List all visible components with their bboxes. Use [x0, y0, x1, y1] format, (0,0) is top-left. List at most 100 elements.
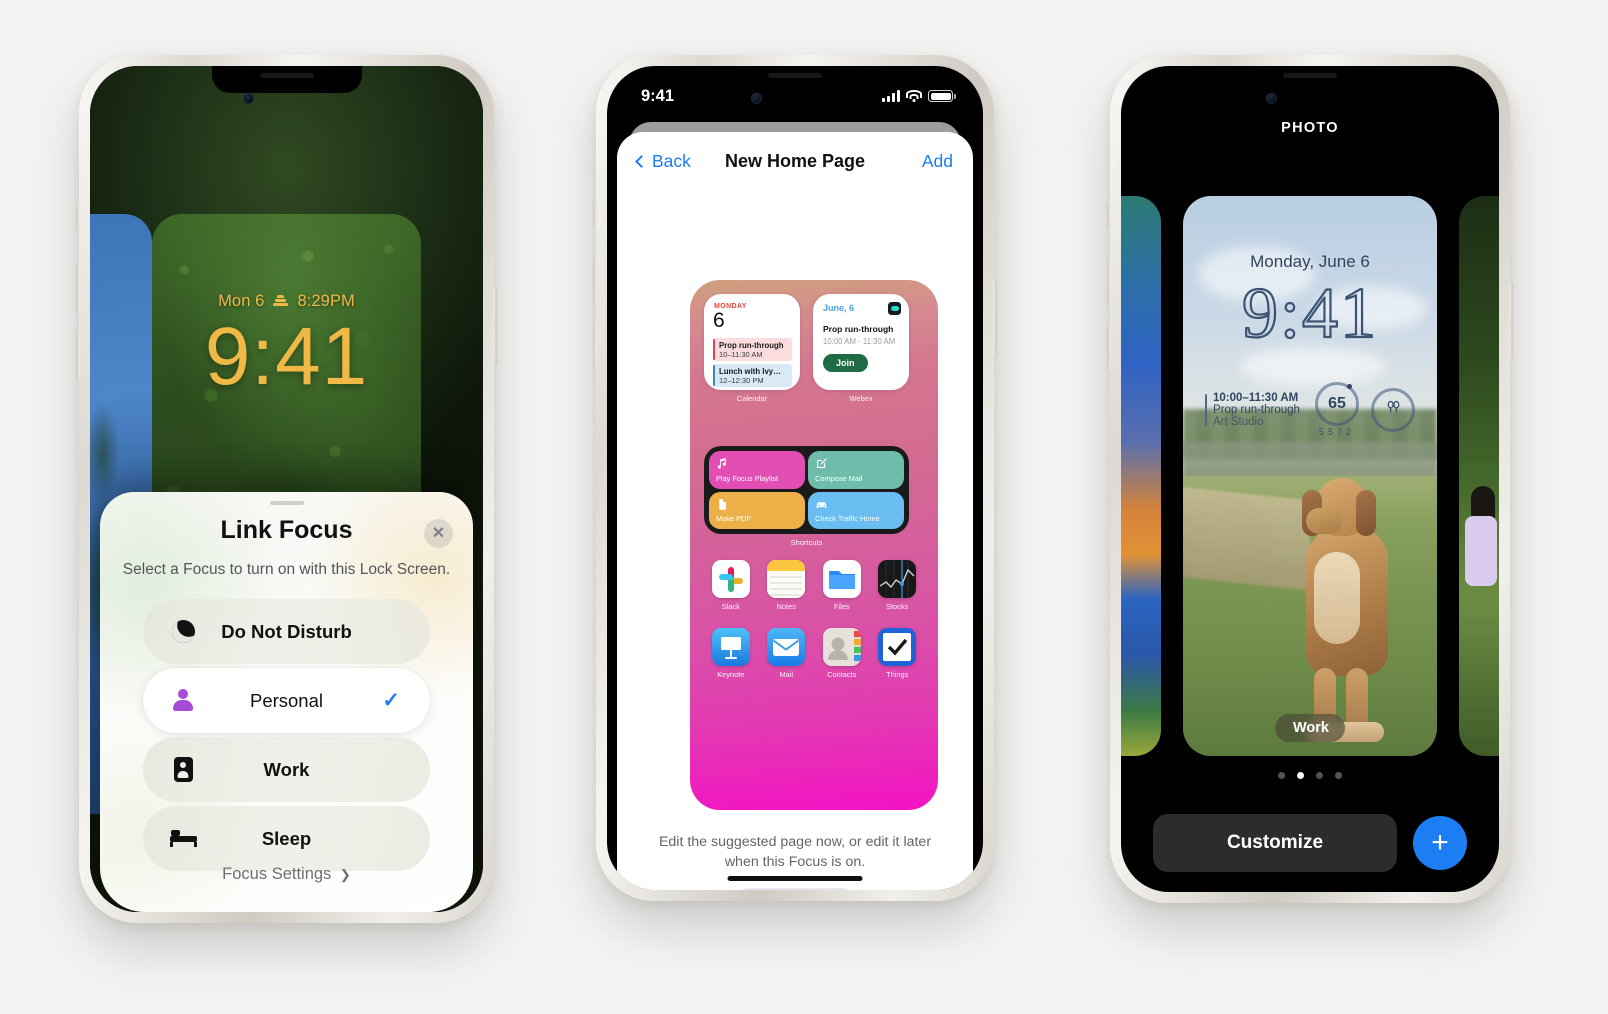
temperature-low: 55 — [1318, 427, 1337, 437]
volume-down-button[interactable] — [76, 329, 80, 379]
add-wallpaper-button[interactable]: + — [1413, 816, 1467, 870]
volume-up-button[interactable] — [76, 263, 80, 313]
customize-button[interactable]: Customize — [1153, 814, 1397, 872]
app-mail[interactable]: Mail — [759, 628, 815, 679]
edit-apps-button[interactable]: Edit Apps — [737, 888, 853, 890]
widget-webex[interactable]: June, 6 Prop run-through 10:00 AM - 11:3… — [813, 294, 909, 390]
volume-down-button[interactable] — [1107, 323, 1111, 371]
temperature-current: 65 — [1328, 395, 1346, 412]
focus-settings-link[interactable]: Focus Settings ❯ — [100, 865, 473, 884]
slack-icon — [711, 560, 750, 598]
sheet-grabber[interactable] — [269, 501, 304, 505]
webex-meeting-title: Prop run-through — [823, 324, 894, 334]
next-wallpaper-card[interactable] — [1459, 196, 1499, 756]
page-dot[interactable] — [1278, 772, 1285, 779]
page-dot[interactable] — [1335, 772, 1342, 779]
widget-calendar[interactable]: MONDAY 6 Prop run-through 10–11:30 AM Lu… — [704, 294, 800, 390]
focus-option-work[interactable]: Work — [143, 737, 430, 802]
notch — [720, 66, 870, 93]
lock-screen-date: Mon 6 — [218, 292, 265, 310]
navigation-bar: Back New Home Page Add — [617, 132, 973, 190]
shortcut-make-pdf[interactable]: Make PDF — [709, 491, 805, 529]
airpods-icon — [1385, 399, 1402, 420]
lock-screen-clock: 9:41 — [1183, 272, 1437, 355]
new-home-page-sheet: Back New Home Page Add MONDAY 6 Prop run… — [617, 132, 973, 890]
gallery-header: PHOTO — [1281, 120, 1339, 136]
webex-join-button[interactable]: Join — [823, 354, 868, 372]
status-bar-time: 9:41 — [641, 86, 675, 105]
event-location: Art Studio — [1213, 415, 1264, 428]
cellular-bars-icon — [882, 90, 900, 102]
widget-airpods-battery[interactable] — [1371, 387, 1415, 432]
app-files[interactable]: Files — [814, 560, 870, 611]
files-icon — [822, 560, 861, 598]
notch — [1235, 66, 1385, 93]
home-indicator[interactable] — [727, 876, 863, 881]
volume-up-button[interactable] — [593, 257, 597, 305]
widget-shortcuts[interactable]: Play Focus Playlist Compose Mail Make PD… — [704, 446, 909, 534]
calendar-event-title: Prop run-through — [719, 340, 784, 350]
shortcut-label: Check Traffic Home — [815, 514, 880, 523]
focus-option-list: Do Not Disturb Personal ✓ Work Sleep — [143, 599, 430, 875]
volume-up-button[interactable] — [1107, 259, 1111, 307]
temperature-marker-icon — [1347, 384, 1352, 389]
focus-option-do-not-disturb[interactable]: Do Not Disturb — [143, 599, 430, 664]
app-contacts[interactable]: Contacts — [814, 628, 870, 679]
app-label: Files — [833, 602, 850, 611]
compose-icon — [815, 457, 828, 470]
sheet-subtitle: Select a Focus to turn on with this Lock… — [122, 561, 451, 578]
phone-3-wallpaper-gallery-device: PHOTO Monday, June 6 9:41 10:00–11:30 AM… — [1107, 55, 1513, 903]
clock-separator: : — [1279, 272, 1302, 354]
page-indicator[interactable] — [1121, 772, 1499, 779]
notes-icon — [767, 560, 806, 598]
app-things[interactable]: Things — [870, 628, 926, 679]
document-icon — [716, 498, 729, 511]
side-button[interactable] — [993, 281, 997, 357]
webex-date: June, 6 — [823, 303, 855, 313]
shortcut-label: Compose Mail — [815, 473, 863, 483]
wifi-icon — [906, 90, 922, 102]
app-notes[interactable]: Notes — [759, 560, 815, 611]
gallery-action-bar: Customize + — [1121, 814, 1499, 872]
app-slack[interactable]: Slack — [703, 560, 759, 611]
phone-1-lock-screen-device: Mon 6 8:29PM 9:41 Link Focus ✕ Select a … — [76, 55, 497, 923]
page-dot-active[interactable] — [1297, 772, 1304, 779]
screenshot-stage: Mon 6 8:29PM 9:41 Link Focus ✕ Select a … — [0, 0, 1608, 1014]
mail-icon — [767, 628, 806, 666]
lock-screen-widget-row: 10:00–11:30 AM Prop run-through Art Stud… — [1205, 382, 1415, 437]
music-note-icon — [716, 457, 729, 470]
widget-label-shortcuts: Shortcuts — [790, 538, 823, 547]
active-wallpaper-card[interactable]: Monday, June 6 9:41 10:00–11:30 AM Prop … — [1183, 196, 1437, 756]
car-icon — [815, 498, 828, 511]
mute-switch[interactable] — [1107, 203, 1111, 229]
focus-chip-work[interactable]: Work — [1275, 714, 1345, 742]
app-stocks[interactable]: Stocks — [870, 560, 926, 611]
close-icon[interactable]: ✕ — [424, 519, 453, 548]
shortcut-label: Play Focus Playlist — [716, 473, 779, 483]
home-page-preview[interactable]: MONDAY 6 Prop run-through 10–11:30 AM Lu… — [690, 280, 938, 810]
mute-switch[interactable] — [593, 201, 597, 227]
focus-settings-label: Focus Settings — [222, 865, 332, 883]
widget-calendar-event[interactable]: 10:00–11:30 AM Prop run-through Art Stud… — [1205, 392, 1300, 428]
side-button[interactable] — [493, 287, 497, 365]
focus-option-sleep[interactable]: Sleep — [143, 806, 430, 871]
app-label: Contacts — [827, 670, 857, 679]
dirt-path — [1183, 485, 1310, 590]
mute-switch[interactable] — [76, 205, 80, 231]
widget-temperature[interactable]: 65 — [1315, 382, 1359, 426]
focus-option-personal[interactable]: Personal ✓ — [143, 668, 430, 733]
previous-wallpaper-card[interactable] — [1121, 196, 1161, 756]
calendar-event-title: Lunch with Ivy… — [719, 366, 781, 376]
temperature-range: 5572 — [1319, 427, 1355, 437]
shortcut-play-focus-playlist[interactable]: Play Focus Playlist — [709, 451, 805, 489]
footer-hint-block: Edit the suggested page now, or edit it … — [651, 832, 939, 890]
app-label: Stocks — [886, 602, 909, 611]
shortcut-check-traffic-home[interactable]: Check Traffic Home — [808, 491, 904, 529]
side-button[interactable] — [1509, 283, 1513, 359]
page-dot[interactable] — [1316, 772, 1323, 779]
volume-down-button[interactable] — [593, 321, 597, 369]
app-label: Keynote — [717, 670, 745, 679]
app-keynote[interactable]: Keynote — [703, 628, 759, 679]
add-button[interactable]: Add — [922, 151, 953, 172]
shortcut-compose-mail[interactable]: Compose Mail — [808, 451, 904, 489]
